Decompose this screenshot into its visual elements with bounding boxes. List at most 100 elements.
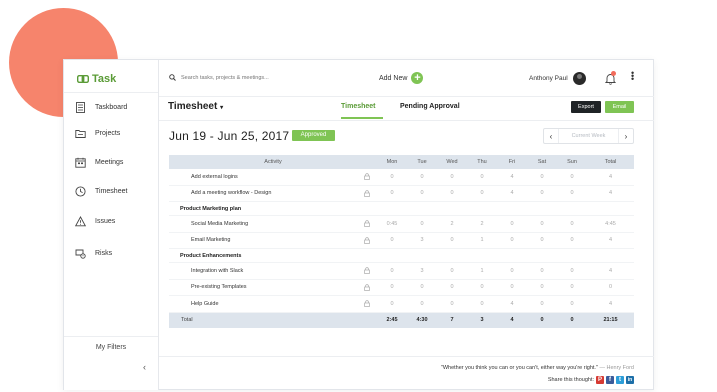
tab-pending-approval[interactable]: Pending Approval [400, 103, 460, 110]
activity-name[interactable]: Add a meeting workflow - Design [169, 185, 357, 202]
activity-name[interactable]: Help Guide [169, 295, 357, 313]
export-button[interactable]: Export [571, 101, 601, 113]
hours-cell[interactable]: 0 [437, 232, 468, 249]
hours-cell[interactable]: 4 [497, 169, 528, 186]
sidebar-item-label: Projects [95, 130, 121, 137]
facebook-icon[interactable]: f [606, 376, 614, 384]
hours-cell[interactable]: 0 [557, 295, 588, 313]
hours-cell[interactable]: 0 [527, 279, 558, 296]
hours-cell[interactable]: 0 [497, 262, 528, 280]
sidebar-item-timesheet[interactable]: Timesheet [75, 186, 127, 197]
hours-cell[interactable]: 0 [437, 185, 468, 202]
table-row: Add external logins 0 0 0 0 4 0 0 4 [169, 169, 635, 186]
hours-cell[interactable]: 0 [497, 232, 528, 249]
activity-name[interactable]: Integration with Slack [169, 262, 357, 280]
hours-cell[interactable]: 0 [377, 232, 408, 249]
email-button[interactable]: Email [605, 101, 634, 113]
hours-cell[interactable]: 0 [437, 169, 468, 186]
hours-cell[interactable]: 0 [467, 185, 498, 202]
notifications-button[interactable] [604, 71, 617, 90]
hours-cell[interactable]: 0 [557, 279, 588, 296]
hours-cell[interactable]: 0 [497, 215, 528, 233]
hours-cell[interactable]: 0 [407, 185, 438, 202]
column-header: Sat [527, 155, 558, 169]
hours-cell[interactable]: 0 [377, 185, 408, 202]
hours-cell[interactable]: 0 [377, 295, 408, 313]
user-menu[interactable]: Anthony Paul [529, 72, 586, 85]
hours-cell[interactable]: 0 [377, 279, 408, 296]
hours-cell[interactable]: 0 [527, 232, 558, 249]
twitter-icon[interactable]: t [616, 376, 624, 384]
hours-cell[interactable]: 0:45 [377, 215, 408, 233]
hours-cell[interactable]: 0 [407, 215, 438, 233]
timesheet-table: Activity Mon Tue Wed Thu Fri Sat Sun Tot… [169, 155, 635, 328]
clock-icon [75, 186, 86, 197]
total-row: Total 2:45 4:30 7 3 4 0 0 21:15 [169, 312, 635, 328]
sidebar-item-issues[interactable]: Issues [75, 216, 115, 227]
activity-name[interactable]: Email Marketing [169, 232, 357, 249]
hours-cell[interactable]: 0 [467, 295, 498, 313]
more-options-icon[interactable]: • • • [631, 69, 635, 84]
hours-cell[interactable]: 0 [527, 295, 558, 313]
row-total-cell: 4 [587, 185, 635, 202]
timesheet-dropdown[interactable]: Timesheet ▾ [168, 101, 223, 112]
hours-cell[interactable]: 0 [437, 262, 468, 280]
page-title: Timesheet [168, 101, 218, 112]
hours-cell[interactable]: 0 [437, 295, 468, 313]
hours-cell[interactable]: 0 [407, 279, 438, 296]
hours-cell[interactable]: 0 [557, 185, 588, 202]
hours-cell[interactable]: 0 [557, 215, 588, 233]
column-header: Wed [437, 155, 468, 169]
activity-name[interactable]: Social Media Marketing [169, 215, 357, 233]
hours-cell[interactable]: 0 [497, 279, 528, 296]
lock-icon [357, 185, 378, 202]
hours-cell[interactable]: 2 [467, 215, 498, 233]
lock-icon [357, 279, 378, 296]
next-week-button[interactable]: › [619, 132, 633, 141]
sidebar-item-projects[interactable]: Projects [75, 128, 120, 139]
previous-week-button[interactable]: ‹ [544, 132, 558, 141]
section-title: Product Enhancements [169, 248, 635, 263]
sidebar-item-label: Meetings [95, 159, 124, 166]
hours-cell[interactable]: 0 [437, 279, 468, 296]
hours-cell[interactable]: 0 [467, 279, 498, 296]
tab-timesheet[interactable]: Timesheet [341, 103, 376, 110]
sidebar-item-taskboard[interactable]: Taskboard [75, 102, 127, 113]
app-window: Task Taskboard Projects Meetings Timeshe… [63, 59, 654, 390]
hours-cell[interactable]: 0 [557, 232, 588, 249]
collapse-sidebar-button[interactable]: ‹ [143, 362, 146, 372]
app-logo[interactable]: Task [77, 73, 116, 85]
hours-cell[interactable]: 1 [467, 232, 498, 249]
hours-cell[interactable]: 0 [527, 185, 558, 202]
sidebar-item-risks[interactable]: Risks [75, 248, 112, 259]
hours-cell[interactable]: 0 [527, 215, 558, 233]
hours-cell[interactable]: 2 [437, 215, 468, 233]
notification-dot [611, 71, 616, 76]
hours-cell[interactable]: 0 [377, 169, 408, 186]
hours-cell[interactable]: 0 [407, 295, 438, 313]
table-body: Add external logins 0 0 0 0 4 0 0 4 Add a meeting… [169, 169, 635, 313]
my-filters-button[interactable]: My Filters [64, 336, 158, 359]
hours-cell[interactable]: 0 [557, 169, 588, 186]
search-box[interactable] [169, 74, 291, 81]
activity-name[interactable]: Pre-existing Templates [169, 279, 357, 296]
row-total-cell: 4 [587, 295, 635, 313]
hours-cell[interactable]: 0 [527, 262, 558, 280]
hours-cell[interactable]: 0 [407, 169, 438, 186]
hours-cell[interactable]: 0 [557, 262, 588, 280]
search-input[interactable] [181, 74, 291, 81]
hours-cell[interactable]: 0 [527, 169, 558, 186]
hours-cell[interactable]: 0 [467, 169, 498, 186]
hours-cell[interactable]: 4 [497, 295, 528, 313]
hours-cell[interactable]: 3 [407, 262, 438, 280]
hours-cell[interactable]: 1 [467, 262, 498, 280]
hours-cell[interactable]: 3 [407, 232, 438, 249]
hours-cell[interactable]: 4 [497, 185, 528, 202]
sidebar-item-meetings[interactable]: Meetings [75, 157, 123, 168]
pinterest-icon[interactable]: P [596, 376, 604, 384]
hours-cell[interactable]: 0 [377, 262, 408, 280]
add-new-button[interactable]: Add New + [379, 72, 424, 84]
activity-name[interactable]: Add external logins [169, 169, 357, 186]
linkedin-icon[interactable]: in [626, 376, 634, 384]
current-week-button[interactable]: Current Week [558, 129, 619, 143]
